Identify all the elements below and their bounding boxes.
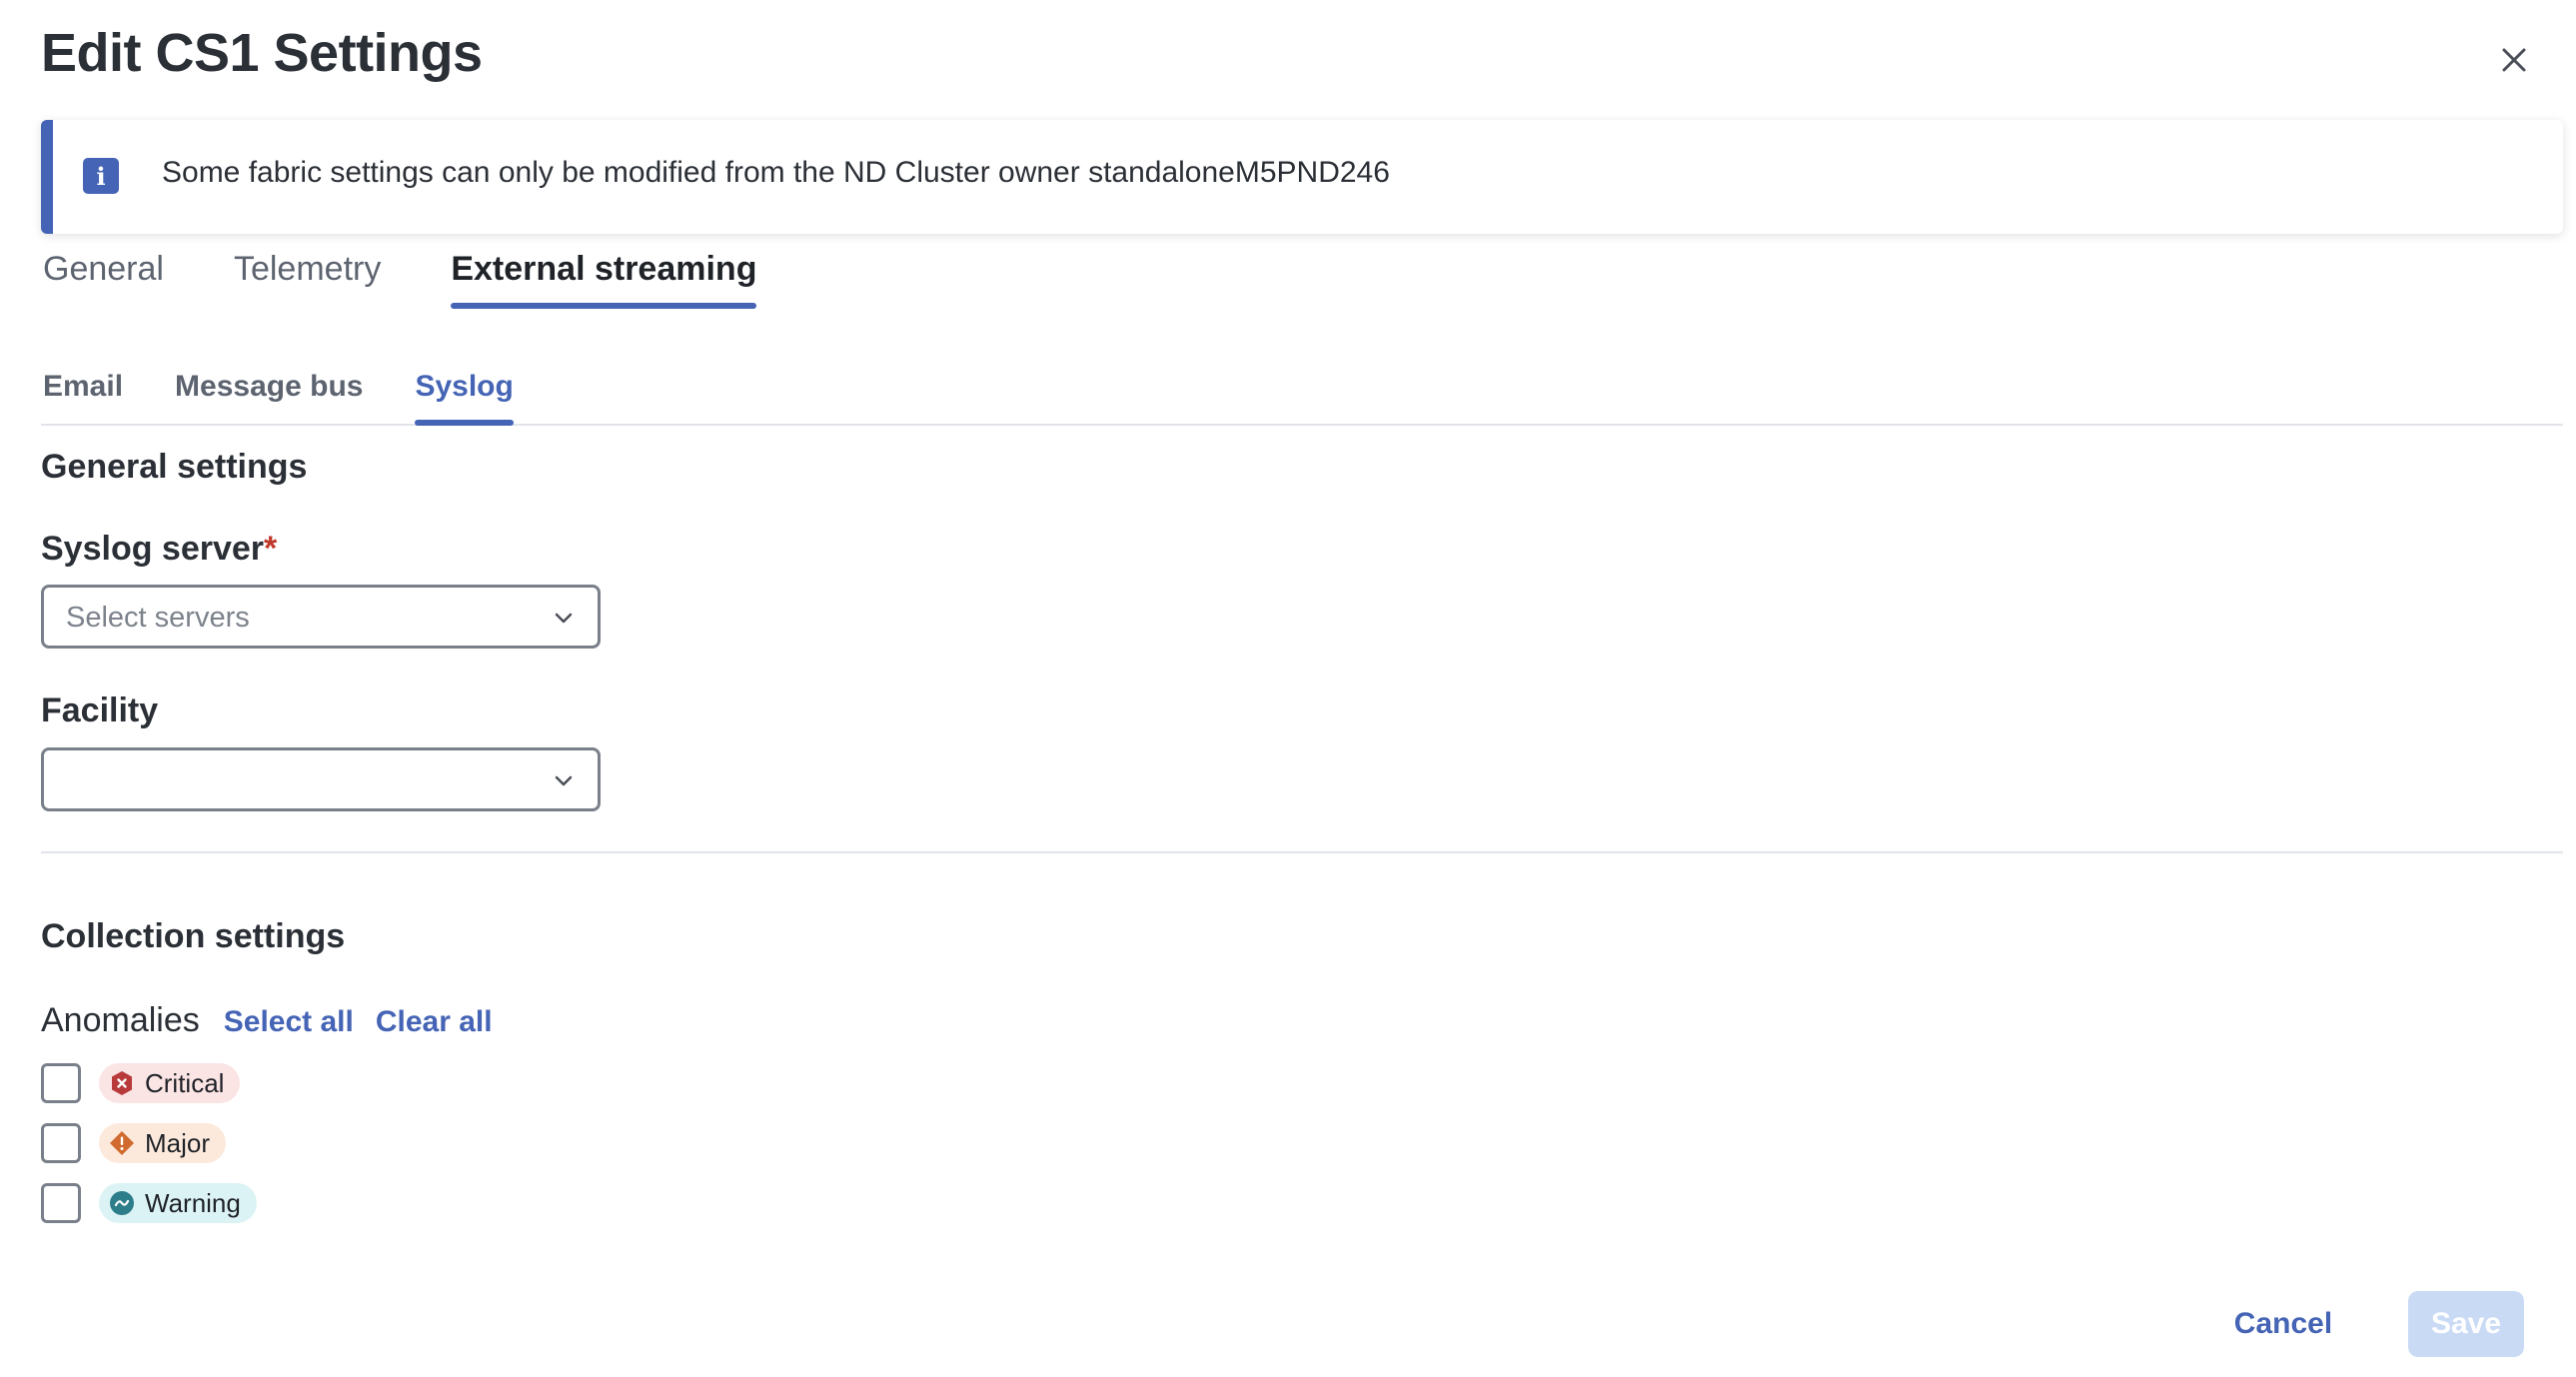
major-label: Major (145, 1127, 211, 1158)
close-button[interactable] (2494, 40, 2534, 80)
warning-checkbox[interactable] (41, 1183, 81, 1223)
critical-checkbox[interactable] (41, 1063, 81, 1103)
section-divider (41, 851, 2563, 853)
critical-icon (112, 1071, 132, 1095)
syslog-server-select[interactable]: Select servers (41, 585, 601, 649)
subtab-syslog[interactable]: Syslog (415, 370, 515, 426)
anomaly-row-major: Major (41, 1123, 227, 1163)
clear-all-button[interactable]: Clear all (376, 1005, 493, 1039)
tab-telemetry[interactable]: Telemetry (234, 250, 381, 303)
select-all-button[interactable]: Select all (224, 1005, 354, 1039)
warning-label: Warning (145, 1187, 241, 1218)
syslog-server-label-text: Syslog server (41, 530, 265, 568)
main-tabs: General Telemetry External streaming (43, 250, 826, 309)
critical-label: Critical (145, 1067, 225, 1098)
info-banner: i Some fabric settings can only be modif… (41, 120, 2563, 234)
syslog-server-placeholder: Select servers (66, 602, 250, 634)
cancel-button[interactable]: Cancel (2213, 1291, 2353, 1357)
info-icon: i (83, 158, 119, 194)
warning-badge: Warning (99, 1183, 257, 1223)
facility-label: Facility (41, 691, 159, 729)
tab-external-streaming[interactable]: External streaming (451, 250, 757, 309)
major-checkbox[interactable] (41, 1123, 81, 1163)
edit-settings-dialog: Edit CS1 Settings i Some fabric settings… (0, 0, 2576, 1377)
chevron-down-icon (555, 775, 573, 786)
warning-icon (110, 1191, 134, 1215)
close-icon (2502, 48, 2526, 72)
dialog-title: Edit CS1 Settings (41, 23, 483, 83)
major-badge: Major (99, 1123, 227, 1163)
banner-text: Some fabric settings can only be modifie… (162, 156, 1390, 189)
anomalies-label: Anomalies (41, 1001, 200, 1039)
tab-general[interactable]: General (43, 250, 164, 303)
collection-settings-heading: Collection settings (41, 917, 346, 955)
anomaly-row-critical: Critical (41, 1063, 241, 1103)
anomaly-row-warning: Warning (41, 1183, 257, 1223)
sub-tabs: Email Message bus Syslog (43, 370, 566, 426)
anomalies-header: Anomalies Select all Clear all (41, 1001, 515, 1040)
subtab-message-bus[interactable]: Message bus (175, 370, 363, 418)
critical-badge: Critical (99, 1063, 241, 1103)
facility-select[interactable] (41, 747, 601, 811)
subtab-email[interactable]: Email (43, 370, 123, 418)
syslog-server-label: Syslog server* (41, 530, 277, 569)
required-marker: * (264, 530, 278, 568)
major-icon (110, 1131, 134, 1155)
chevron-down-icon (555, 613, 573, 624)
general-settings-heading: General settings (41, 448, 308, 486)
save-button[interactable]: Save (2408, 1291, 2524, 1357)
